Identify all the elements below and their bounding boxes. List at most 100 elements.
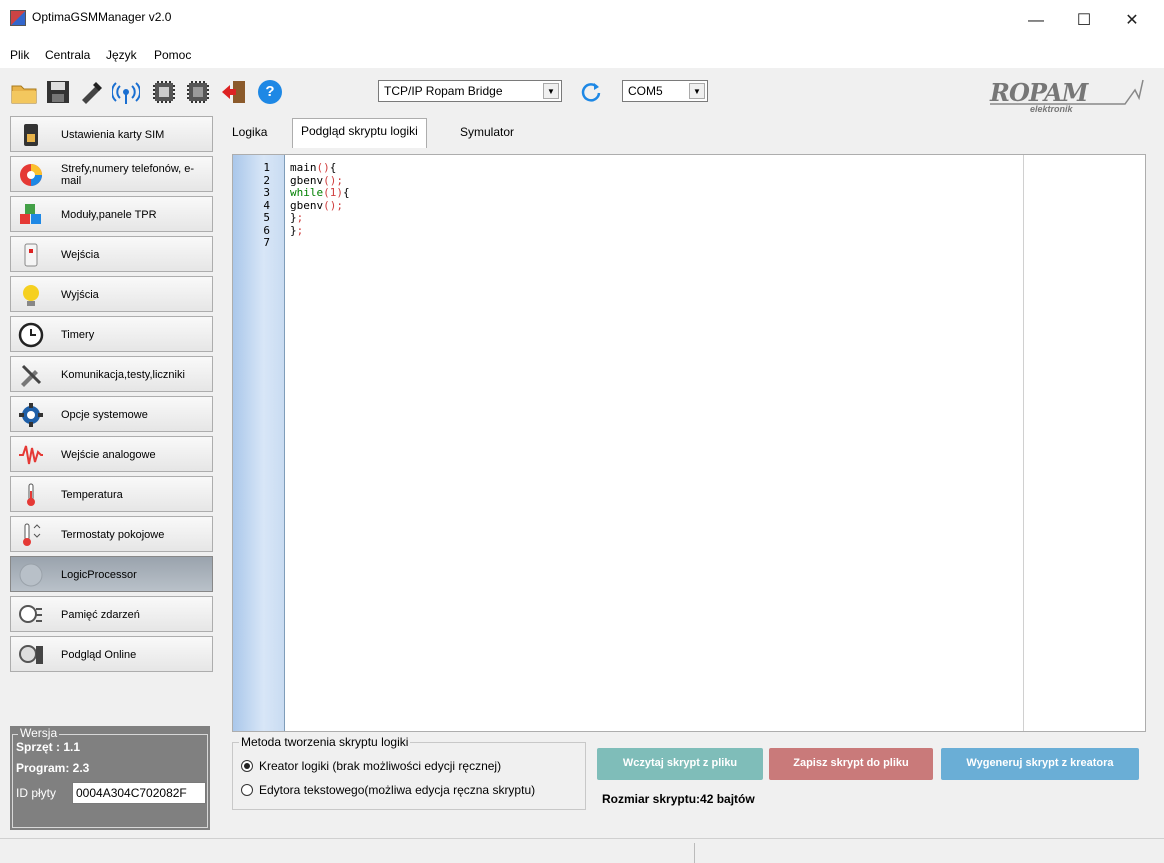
generate-script-button[interactable]: Wygeneruj skrypt z kreatora xyxy=(941,748,1139,780)
sensor-icon xyxy=(24,243,38,267)
menu-plik[interactable]: Plik xyxy=(10,48,29,62)
tab-podglad-skryptu[interactable]: Podgląd skryptu logiki xyxy=(292,118,427,148)
save-script-button[interactable]: Zapisz skrypt do pliku xyxy=(769,748,933,780)
app-icon xyxy=(10,10,26,26)
line-number-gutter: 1234567 xyxy=(233,155,285,731)
sidebar-item-label: Timery xyxy=(61,329,95,341)
sidebar-item-7[interactable]: Opcje systemowe xyxy=(10,396,213,432)
sidebar-item-label: Termostaty pokojowe xyxy=(61,529,165,541)
menu-jezyk[interactable]: Język xyxy=(106,48,137,62)
method-groupbox: Metoda tworzenia skryptu logiki Kreator … xyxy=(232,735,586,810)
connection-select-value: TCP/IP Ropam Bridge xyxy=(384,84,503,98)
sidebar-item-label: Wyjścia xyxy=(61,289,99,301)
sidebar-item-9[interactable]: Temperatura xyxy=(10,476,213,512)
sidebar-item-10[interactable]: Termostaty pokojowe xyxy=(10,516,213,552)
code-line: while(1){ xyxy=(290,186,350,199)
help-icon[interactable]: ? xyxy=(256,78,284,106)
code-token: () xyxy=(316,161,330,174)
gear-icon xyxy=(19,403,43,427)
code-token: } xyxy=(290,223,297,237)
line-number: 5 xyxy=(263,211,270,224)
chip-upload-icon[interactable] xyxy=(150,78,178,106)
online-preview-icon xyxy=(19,645,43,664)
sidebar-item-3[interactable]: Wejścia xyxy=(10,236,213,272)
code-line: main(){ xyxy=(290,161,336,174)
close-button[interactable]: ✕ xyxy=(1112,6,1152,36)
status-separator xyxy=(694,843,695,863)
sidebar-item-6[interactable]: Komunikacja,testy,liczniki xyxy=(10,356,213,392)
code-token: (); xyxy=(323,173,343,187)
chip-download-icon[interactable] xyxy=(184,78,212,106)
menu-bar: Plik Centrala Język Pomoc xyxy=(0,44,1164,68)
connection-select[interactable]: TCP/IP Ropam Bridge ▼ xyxy=(378,80,562,102)
sidebar-item-label: Wejścia xyxy=(61,249,100,261)
menu-centrala[interactable]: Centrala xyxy=(45,48,90,62)
sidebar-item-label: Ustawienia karty SIM xyxy=(61,129,165,141)
tab-logika[interactable]: Logika xyxy=(224,120,276,146)
sim-card-icon xyxy=(24,124,38,146)
line-number: 2 xyxy=(263,173,270,187)
menu-pomoc[interactable]: Pomoc xyxy=(154,48,191,62)
line-number: 1 xyxy=(263,161,270,174)
refresh-icon[interactable] xyxy=(577,78,605,106)
code-token: (); xyxy=(323,198,343,212)
code-token: ; xyxy=(296,223,304,237)
port-select[interactable]: COM5 ▼ xyxy=(622,80,708,102)
radio-edytor[interactable]: Edytora tekstowego(możliwa edycja ręczna… xyxy=(241,783,535,797)
sidebar-item-label: Wejście analogowe xyxy=(61,449,156,461)
tab-symulator[interactable]: Symulator xyxy=(452,120,523,146)
radio-kreator-label: Kreator logiki (brak możliwości edycji r… xyxy=(259,759,502,773)
code-token: main xyxy=(290,161,317,174)
sidebar-item-4[interactable]: Wyjścia xyxy=(10,276,213,312)
code-token: (1) xyxy=(323,186,343,199)
open-folder-icon[interactable] xyxy=(10,78,38,106)
zones-pie-icon xyxy=(20,164,42,186)
window-title: OptimaGSMManager v2.0 xyxy=(32,10,172,24)
program-version: Program: 2.3 xyxy=(16,761,90,775)
load-script-button[interactable]: Wczytaj skrypt z pliku xyxy=(597,748,763,780)
sidebar-item-2[interactable]: Moduły,panele TPR xyxy=(10,196,213,232)
board-id-label: ID płyty xyxy=(16,786,57,800)
wave-icon xyxy=(19,445,43,465)
maximize-button[interactable]: ☐ xyxy=(1064,6,1104,36)
wireless-antenna-icon[interactable] xyxy=(112,78,140,106)
code-token: ; xyxy=(296,211,304,224)
sidebar-item-13[interactable]: Podgląd Online xyxy=(10,636,213,672)
line-number: 6 xyxy=(263,223,270,237)
port-select-value: COM5 xyxy=(628,84,663,98)
method-title: Metoda tworzenia skryptu logiki xyxy=(239,735,411,749)
sidebar-item-8[interactable]: Wejście analogowe xyxy=(10,436,213,472)
sidebar-item-11[interactable]: LogicProcessor xyxy=(10,556,213,592)
hardware-version: Sprzęt : 1.1 xyxy=(16,740,81,754)
toolbar: ? TCP/IP Ropam Bridge ▼ COM5 ▼ ROPAM ele… xyxy=(0,68,1164,114)
code-token: gbenv xyxy=(290,198,324,212)
thermostat-icon xyxy=(23,523,41,546)
sidebar-item-12[interactable]: Pamięć zdarzeń xyxy=(10,596,213,632)
minimize-button[interactable]: — xyxy=(1016,6,1056,36)
code-line: gbenv(); xyxy=(290,199,343,212)
radio-edytor-circle[interactable] xyxy=(241,784,253,796)
main-panel: Logika Podgląd skryptu logiki Symulator … xyxy=(224,118,1159,838)
sidebar-item-label: Opcje systemowe xyxy=(61,409,148,421)
sidebar-item-0[interactable]: Ustawienia karty SIM xyxy=(10,116,213,152)
sidebar-item-5[interactable]: Timery xyxy=(10,316,213,352)
version-title: Wersja xyxy=(18,726,60,740)
dropdown-arrow-icon: ▼ xyxy=(543,83,559,99)
board-id-field[interactable]: 0004A304C702082F xyxy=(72,782,206,804)
code-line: }; xyxy=(290,224,303,237)
sidebar-item-1[interactable]: Strefy,numery telefonów, e-mail xyxy=(10,156,213,192)
radio-edytor-label: Edytora tekstowego(możliwa edycja ręczna… xyxy=(259,783,536,797)
script-editor[interactable]: 1234567 main(){gbenv(); while(1){gbenv();… xyxy=(232,154,1146,732)
radio-kreator-circle[interactable] xyxy=(241,760,253,772)
sidebar-item-label: Pamięć zdarzeń xyxy=(61,609,140,621)
save-disk-icon[interactable] xyxy=(44,78,72,106)
tools-icon[interactable] xyxy=(78,78,106,106)
logo-subtext: elektronik xyxy=(1030,104,1073,114)
sidebar-item-label: Podgląd Online xyxy=(61,649,137,661)
thermometer-icon xyxy=(27,483,35,506)
line-number: 4 xyxy=(263,198,270,212)
sidebar-item-label: Strefy,numery telefonów, e-mail xyxy=(61,163,195,187)
exit-door-icon[interactable] xyxy=(220,78,248,106)
radio-kreator[interactable]: Kreator logiki (brak możliwości edycji r… xyxy=(241,759,501,773)
code-line: }; xyxy=(290,211,303,224)
